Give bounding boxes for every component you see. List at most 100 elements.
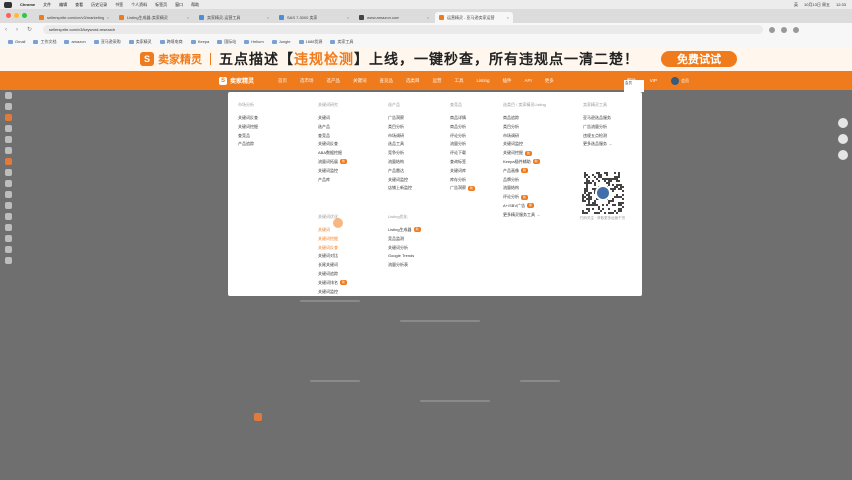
sidebar-app-icon[interactable] bbox=[4, 235, 12, 242]
close-tab-icon[interactable]: × bbox=[507, 15, 509, 20]
menu-profiles[interactable]: 个人资料 bbox=[131, 2, 147, 8]
menu-item[interactable]: 广告洞察 bbox=[388, 114, 412, 123]
clock-date[interactable]: 10月13日 周五 bbox=[804, 2, 830, 8]
menu-item[interactable]: 关键词分析 bbox=[388, 244, 421, 253]
apple-icon[interactable] bbox=[4, 1, 12, 8]
sidebar-app-icon[interactable] bbox=[4, 191, 12, 198]
menu-item[interactable]: Google Trends bbox=[388, 252, 421, 261]
site-nav-item[interactable]: 更多 bbox=[545, 78, 554, 84]
menu-item[interactable]: 关键词监控 bbox=[503, 140, 546, 149]
bookmark-item[interactable]: Helium bbox=[244, 39, 264, 44]
site-nav-item[interactable]: 插件 bbox=[503, 78, 512, 84]
browser-tab[interactable]: sellersprite.com/cn/v3/marketing × bbox=[35, 12, 113, 23]
menu-item[interactable]: 关键词对比 bbox=[318, 252, 347, 261]
close-tab-icon[interactable]: × bbox=[347, 15, 349, 20]
menu-item[interactable]: 评论下载 bbox=[450, 149, 475, 158]
close-window-icon[interactable] bbox=[6, 13, 11, 18]
avatar[interactable] bbox=[671, 76, 680, 85]
menu-item[interactable]: 流量结构 bbox=[503, 184, 546, 193]
menu-item[interactable]: 关键词库 bbox=[450, 167, 475, 176]
bookmark-item[interactable]: 跨境电商 bbox=[159, 39, 183, 45]
browser-tab[interactable]: 卖家精灵-运营工具 × bbox=[195, 12, 273, 23]
site-nav-item[interactable]: 选产品 bbox=[327, 78, 341, 84]
profile-icon[interactable] bbox=[781, 26, 787, 33]
float-tool-icon[interactable] bbox=[838, 150, 848, 160]
app-menu[interactable]: Chrome bbox=[20, 2, 35, 7]
menu-item[interactable]: 关键词挖掘新 bbox=[503, 149, 546, 158]
sidebar-app-icon[interactable] bbox=[4, 136, 12, 143]
bookmark-item[interactable]: 1688货源 bbox=[298, 39, 322, 45]
extension-icon[interactable] bbox=[769, 26, 775, 33]
menu-item[interactable]: 商品详情 bbox=[450, 114, 475, 123]
site-nav-item[interactable]: 关键词 bbox=[353, 78, 367, 84]
bookmark-item[interactable]: 工作文档 bbox=[33, 39, 56, 45]
sidebar-app-icon[interactable] bbox=[4, 224, 12, 231]
float-tool-icon[interactable] bbox=[838, 118, 848, 128]
menu-item[interactable]: 选产品 bbox=[318, 123, 347, 132]
more-menu-icon[interactable] bbox=[793, 26, 799, 33]
menu-item[interactable]: 长尾关键词 bbox=[318, 261, 347, 270]
menu-item[interactable]: 查询标签 bbox=[450, 158, 475, 167]
browser-tab[interactable]: SAS 7.3000 卖家 × bbox=[275, 12, 353, 23]
menu-item[interactable]: 竞品监测 bbox=[388, 235, 421, 244]
sidebar-app-icon[interactable] bbox=[4, 180, 12, 187]
sidebar-app-icon[interactable] bbox=[4, 169, 12, 176]
menu-item[interactable]: 评论分析新 bbox=[503, 193, 546, 202]
menu-item[interactable]: 流量分析 bbox=[450, 140, 475, 149]
menu-item[interactable]: 违规五点检测 bbox=[583, 132, 612, 141]
menu-item[interactable]: 关键词挖掘 bbox=[238, 123, 258, 132]
menu-item[interactable]: 商品追踪 bbox=[503, 114, 546, 123]
menu-item[interactable]: 评论分析 bbox=[450, 132, 475, 141]
menu-item[interactable]: ABA数据挖掘 bbox=[318, 149, 347, 158]
menu-item[interactable]: Keepa插件辅助新 bbox=[503, 158, 546, 167]
bookmark-item[interactable]: 国际站 bbox=[217, 39, 236, 45]
reload-icon[interactable]: ↻ bbox=[27, 27, 33, 33]
close-tab-icon[interactable]: × bbox=[427, 15, 429, 20]
bookmark-item[interactable]: amazon bbox=[64, 39, 86, 44]
site-nav-item[interactable]: 选市场 bbox=[300, 78, 314, 84]
sidebar-app-icon[interactable] bbox=[4, 158, 12, 165]
sidebar-app-icon[interactable] bbox=[4, 92, 12, 99]
menu-item[interactable]: 关键词 bbox=[318, 226, 347, 235]
menu-item[interactable]: 市场调研 bbox=[503, 132, 546, 141]
menu-item[interactable]: 类目分析 bbox=[388, 123, 412, 132]
promo-banner[interactable]: S 卖家精灵 五点描述【违规检测】上线，一键秒查，所有违规点一清二楚！ 免费试试 bbox=[0, 47, 852, 71]
menu-item[interactable]: 查竞品 bbox=[318, 132, 347, 141]
close-tab-icon[interactable]: × bbox=[107, 15, 109, 20]
menu-help[interactable]: 帮助 bbox=[191, 2, 199, 8]
menu-item[interactable]: A+/SBV广告新 bbox=[503, 202, 546, 211]
menu-item[interactable]: 选品工具 bbox=[388, 140, 412, 149]
menu-item[interactable]: 广告洞察新 bbox=[450, 184, 476, 193]
sidebar-app-icon[interactable] bbox=[4, 103, 12, 110]
sidebar-app-icon[interactable] bbox=[4, 246, 12, 253]
menu-item[interactable]: Listing生成器新 bbox=[388, 226, 421, 235]
menu-item[interactable]: 流量分析表 bbox=[388, 261, 421, 270]
bookmark-item[interactable]: Gmail bbox=[8, 39, 25, 44]
sidebar-app-icon[interactable] bbox=[4, 147, 12, 154]
menu-item[interactable]: 关键词挖掘 bbox=[318, 235, 347, 244]
menu-tabs[interactable]: 标签页 bbox=[155, 2, 167, 8]
site-nav-item[interactable]: API bbox=[525, 78, 532, 84]
menu-history[interactable]: 历史记录 bbox=[91, 2, 107, 8]
sidebar-app-icon[interactable] bbox=[4, 125, 12, 132]
menu-bookmarks[interactable]: 书签 bbox=[115, 2, 123, 8]
menu-item[interactable]: 品牌分析 bbox=[503, 176, 546, 185]
bookmark-item[interactable]: 卖家工具 bbox=[330, 39, 353, 45]
bookmark-item[interactable]: 卖家精灵 bbox=[128, 39, 152, 45]
menu-item[interactable]: 关键词监控 bbox=[318, 288, 347, 297]
menu-item[interactable]: 关键词监控 bbox=[388, 176, 412, 185]
float-tool-icon[interactable] bbox=[838, 134, 848, 144]
sidebar-app-icon[interactable] bbox=[4, 257, 12, 264]
menu-item[interactable]: 广告流量分析 bbox=[583, 123, 612, 132]
menu-item[interactable]: 更多选品服务 → bbox=[583, 140, 612, 149]
site-logo[interactable]: S 卖家精灵 bbox=[219, 76, 254, 85]
menu-item[interactable]: 竞争分析 bbox=[388, 149, 412, 158]
site-nav-item[interactable]: 运营 bbox=[433, 78, 442, 84]
menu-item[interactable]: 关键词追踪 bbox=[318, 270, 347, 279]
browser-tab[interactable]: www.amazon.com × bbox=[355, 12, 433, 23]
sidebar-app-icon[interactable] bbox=[4, 202, 12, 209]
menu-item[interactable]: 关键词监控 bbox=[318, 167, 347, 176]
sidebar-app-icon[interactable] bbox=[4, 213, 12, 220]
bookmark-item[interactable]: 亚马逊采购 bbox=[93, 39, 121, 45]
site-nav-item[interactable]: 首页 bbox=[278, 78, 287, 84]
